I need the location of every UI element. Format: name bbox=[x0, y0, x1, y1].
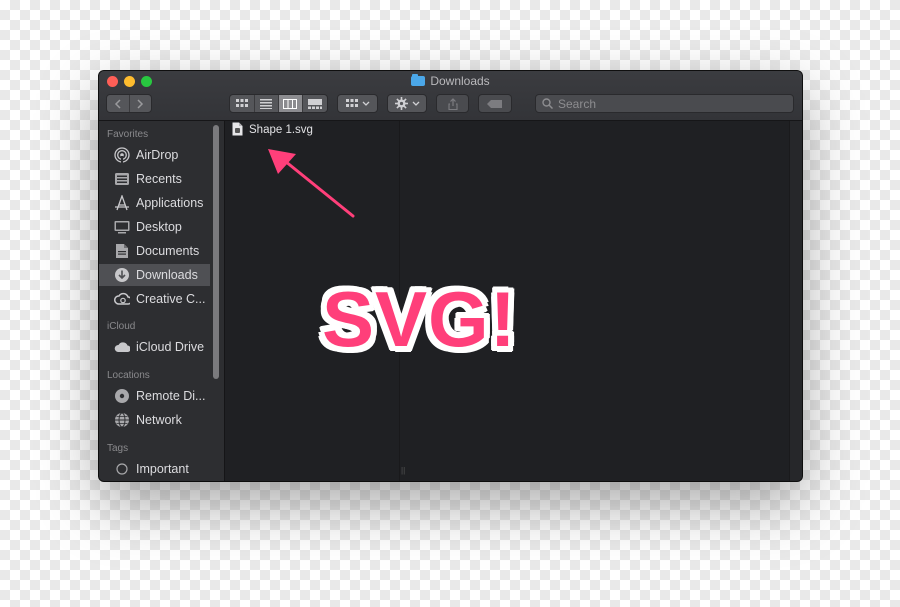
gallery-icon bbox=[308, 98, 323, 109]
chevron-left-icon bbox=[114, 98, 121, 109]
sidebar-item-tag-important[interactable]: Important bbox=[99, 458, 210, 480]
sidebar-item-label: Creative C... bbox=[136, 292, 206, 306]
sidebar: Favorites AirDrop Recents Applications D… bbox=[99, 121, 224, 481]
chevron-down-icon bbox=[412, 101, 419, 106]
downloads-folder-icon bbox=[411, 74, 426, 86]
search-icon bbox=[542, 98, 553, 109]
sidebar-item-label: Applications bbox=[136, 196, 204, 210]
sidebar-item-network[interactable]: Network bbox=[99, 409, 210, 431]
sidebar-section-icloud: iCloud bbox=[107, 321, 136, 332]
annotation-arrow-icon bbox=[268, 149, 355, 218]
tags-button[interactable] bbox=[478, 94, 512, 113]
annotation-svg-text: SVG! bbox=[322, 275, 517, 363]
sidebar-item-downloads[interactable]: Downloads bbox=[99, 264, 210, 286]
disc-icon bbox=[114, 388, 130, 404]
sidebar-item-applications[interactable]: Applications bbox=[99, 192, 210, 214]
sidebar-item-label: Downloads bbox=[136, 268, 198, 282]
sidebar-section-favorites: Favorites bbox=[107, 129, 149, 140]
sidebar-item-label: Network bbox=[136, 413, 182, 427]
sidebar-section-tags: Tags bbox=[107, 443, 129, 454]
cloud-icon bbox=[114, 339, 130, 355]
group-grid-icon bbox=[345, 98, 358, 107]
columns-icon bbox=[283, 98, 298, 109]
icon-view-button[interactable] bbox=[230, 95, 255, 112]
share-button[interactable] bbox=[436, 94, 469, 113]
applications-icon bbox=[114, 195, 130, 211]
gear-icon bbox=[394, 97, 408, 110]
sidebar-item-label: AirDrop bbox=[136, 148, 179, 162]
sidebar-scrollbar[interactable] bbox=[213, 125, 219, 379]
list-view-button[interactable] bbox=[255, 95, 279, 112]
sidebar-item-remote-disc[interactable]: Remote Di... bbox=[99, 385, 210, 407]
creative-cloud-icon bbox=[114, 291, 130, 307]
sidebar-item-label: Desktop bbox=[136, 220, 182, 234]
gallery-view-button[interactable] bbox=[303, 95, 327, 112]
title-bar: Downloads Search bbox=[99, 71, 802, 121]
sidebar-item-creative-cloud[interactable]: Creative C... bbox=[99, 288, 210, 310]
desktop-icon bbox=[114, 219, 130, 235]
sidebar-item-desktop[interactable]: Desktop bbox=[99, 216, 210, 238]
tag-circle-icon bbox=[114, 461, 130, 477]
action-button[interactable] bbox=[387, 94, 427, 113]
view-mode-control bbox=[229, 94, 328, 113]
icon-grid-icon bbox=[235, 98, 248, 107]
tag-icon bbox=[487, 99, 502, 108]
back-button[interactable] bbox=[107, 95, 130, 112]
chevron-down-icon bbox=[362, 101, 369, 106]
sidebar-item-label: Recents bbox=[136, 172, 182, 186]
browser-scrollbar[interactable] bbox=[789, 121, 802, 481]
sidebar-item-label: Important bbox=[136, 462, 189, 476]
sidebar-item-label: iCloud Drive bbox=[136, 340, 205, 354]
forward-button[interactable] bbox=[130, 95, 152, 112]
airdrop-icon bbox=[114, 147, 130, 163]
group-by-button[interactable] bbox=[337, 94, 378, 113]
chevron-right-icon bbox=[137, 98, 144, 109]
svg-file-icon bbox=[232, 122, 243, 139]
globe-icon bbox=[114, 412, 130, 428]
column-view-button[interactable] bbox=[278, 95, 304, 112]
nav-buttons bbox=[106, 94, 152, 113]
sidebar-section-locations: Locations bbox=[107, 370, 150, 381]
column-resize-grip[interactable]: || bbox=[401, 466, 405, 475]
search-field[interactable]: Search bbox=[535, 94, 794, 113]
window-title-text: Downloads bbox=[430, 74, 490, 88]
downloads-icon bbox=[114, 267, 130, 283]
file-row[interactable]: Shape 1.svg bbox=[232, 122, 313, 138]
file-name: Shape 1.svg bbox=[249, 124, 313, 136]
recents-icon bbox=[114, 171, 130, 187]
documents-icon bbox=[114, 243, 130, 259]
sidebar-item-label: Documents bbox=[136, 244, 200, 258]
sidebar-item-documents[interactable]: Documents bbox=[99, 240, 210, 262]
window-title: Downloads bbox=[99, 74, 802, 88]
share-icon bbox=[447, 97, 458, 110]
list-icon bbox=[260, 98, 273, 109]
sidebar-item-airdrop[interactable]: AirDrop bbox=[99, 144, 210, 166]
sidebar-item-icloud-drive[interactable]: iCloud Drive bbox=[99, 336, 210, 358]
sidebar-item-recents[interactable]: Recents bbox=[99, 168, 210, 190]
sidebar-item-label: Remote Di... bbox=[136, 389, 206, 403]
search-placeholder: Search bbox=[558, 96, 597, 111]
